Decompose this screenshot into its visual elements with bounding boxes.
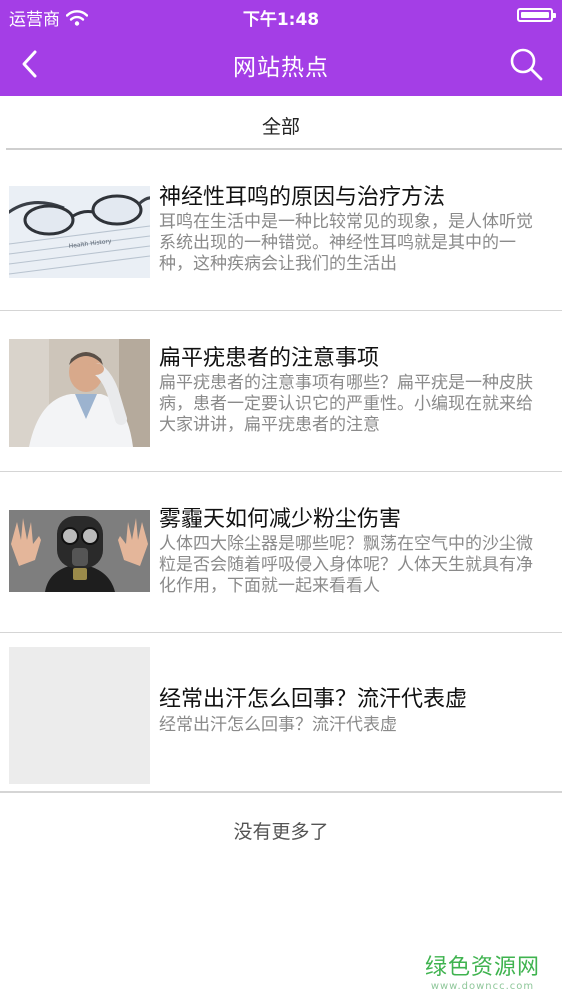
nav-bar: 网站热点 [0,32,562,96]
no-more-label: 没有更多了 [233,821,329,843]
article-item-0[interactable]: Health History 神经性耳鸣的原因与治疗方法 耳鸣在生活中是一种比较… [0,150,562,311]
article-thumbnail-gas-mask [9,510,150,592]
watermark-name: 绿色资源网 [424,955,540,980]
article-thumbnail-placeholder [9,647,150,784]
app-header: 运营商 下午1:48 网站热点 [0,0,562,96]
article-title: 雾霾天如何减少粉尘伤害 [159,507,402,532]
article-title: 神经性耳鸣的原因与治疗方法 [159,185,446,210]
article-thumbnail-glasses: Health History [9,186,150,278]
battery-icon [517,8,556,22]
article-item-3[interactable]: 经常出汗怎么回事？流汗代表虚 经常出汗怎么回事？流汗代表虚 [0,633,562,793]
watermark-url: www.downcc.com [430,981,535,992]
article-summary: 人体四大除尘器是哪些呢？飘荡在空气中的沙尘微粒是否会随着呼吸侵入身体呢？人体天生… [159,534,533,596]
status-time: 下午1:48 [242,10,320,30]
search-icon[interactable] [508,46,544,82]
tab-all[interactable]: 全部 [0,112,562,139]
article-item-1[interactable]: 扁平疣患者的注意事项 扁平疣患者的注意事项有哪些？扁平疣是一种皮肤病，患者一定要… [0,311,562,472]
article-title: 扁平疣患者的注意事项 [159,346,380,371]
article-item-2[interactable]: 雾霾天如何减少粉尘伤害 人体四大除尘器是哪些呢？飘荡在空气中的沙尘微粒是否会随着… [0,472,562,633]
article-summary: 经常出汗怎么回事？流汗代表虚 [159,715,397,735]
page-title: 网站热点 [233,55,329,81]
article-summary: 扁平疣患者的注意事项有哪些？扁平疣是一种皮肤病，患者一定要认识它的严重性。小编现… [159,373,533,435]
status-bar: 运营商 下午1:48 [0,0,562,32]
watermark-logo: 绿色资源网 www.downcc.com [425,949,540,992]
article-title: 经常出汗怎么回事？流汗代表虚 [159,687,468,712]
article-thumbnail-doctor [9,339,150,447]
article-summary: 耳鸣在生活中是一种比较常见的现象，是人体听觉系统出现的一种错觉。神经性耳鸣就是其… [159,212,533,274]
article-list: Health History 神经性耳鸣的原因与治疗方法 耳鸣在生活中是一种比较… [0,150,562,793]
category-tabs: 全部 [0,96,562,150]
